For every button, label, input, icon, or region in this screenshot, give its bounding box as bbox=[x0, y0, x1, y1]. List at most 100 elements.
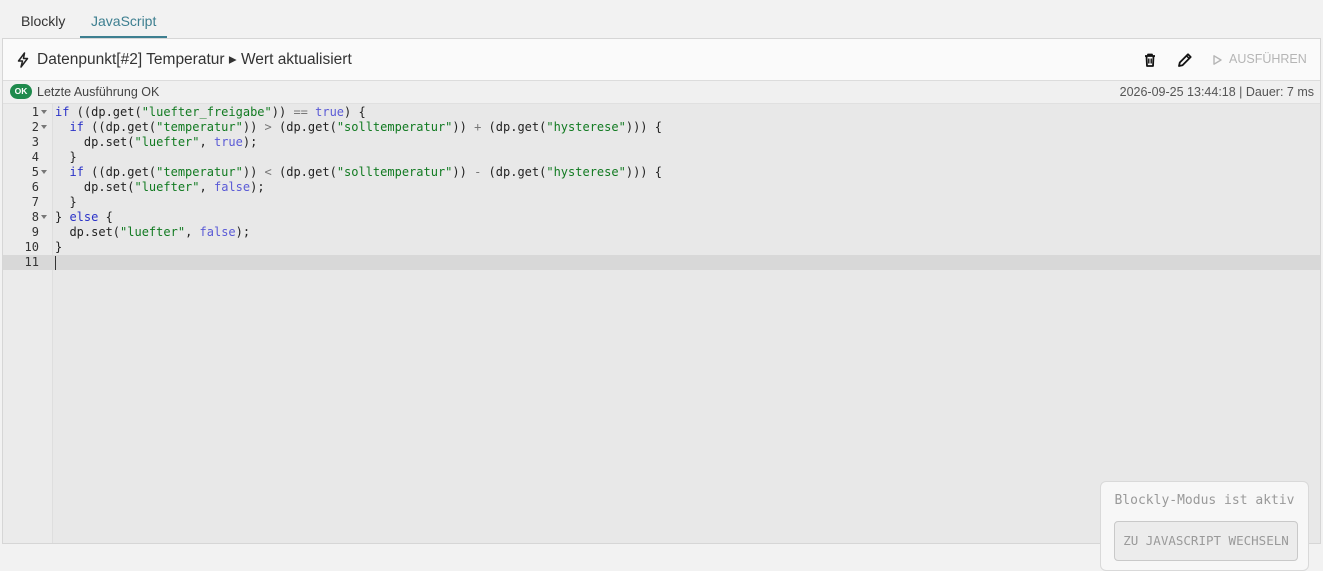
line-number: 4 bbox=[31, 150, 39, 164]
code-token: == bbox=[293, 105, 308, 119]
code-line[interactable]: 5 if ((dp.get("temperatur")) < (dp.get("… bbox=[3, 165, 1320, 180]
code-token: "luefter" bbox=[134, 135, 200, 149]
code-token: "luefter" bbox=[120, 225, 186, 239]
code-token: "hysterese" bbox=[546, 120, 626, 134]
code-editor[interactable]: 1 if ((dp.get("luefter_freigabe")) == tru… bbox=[3, 104, 1320, 571]
trash-icon[interactable] bbox=[1140, 50, 1160, 70]
code-token: "luefter" bbox=[134, 180, 200, 194]
lightning-icon bbox=[17, 52, 29, 68]
line-number: 8 bbox=[31, 210, 39, 224]
line-number: 11 bbox=[3, 255, 39, 270]
code-token: dp.set( bbox=[55, 225, 121, 239]
code-token: (dp.get( bbox=[271, 165, 337, 179]
code-token: } bbox=[55, 195, 77, 209]
status-message: Letzte Ausführung OK bbox=[37, 85, 160, 99]
code-line[interactable]: 7 } bbox=[3, 195, 1320, 210]
code-text: } bbox=[55, 150, 77, 165]
code-text: if ((dp.get("luefter_freigabe")) == true… bbox=[55, 105, 366, 120]
code-token: ))) { bbox=[625, 120, 662, 134]
code-line[interactable]: 1 if ((dp.get("luefter_freigabe")) == tru… bbox=[3, 105, 1320, 120]
line-number: 6 bbox=[31, 180, 39, 194]
code-token: else bbox=[69, 210, 99, 224]
code-line[interactable]: 10} bbox=[3, 240, 1320, 255]
play-icon bbox=[1213, 54, 1222, 65]
code-token: } bbox=[55, 150, 77, 164]
code-line[interactable]: 11 bbox=[3, 255, 1320, 270]
tab-bar: Blockly JavaScript bbox=[0, 0, 1323, 38]
code-token: , bbox=[199, 180, 214, 194]
code-token: )) bbox=[452, 165, 475, 179]
fold-arrow-icon[interactable] bbox=[41, 125, 47, 129]
code-token: } bbox=[55, 210, 70, 224]
fold-arrow-icon[interactable] bbox=[41, 110, 47, 114]
code-token: > bbox=[264, 120, 272, 134]
code-line[interactable]: 8} else { bbox=[3, 210, 1320, 225]
code-token: false bbox=[213, 180, 251, 194]
code-token: (dp.get( bbox=[481, 120, 547, 134]
code-text: dp.set("luefter", false); bbox=[55, 225, 250, 240]
script-header: Datenpunkt[#2] Temperatur ▸ Wert aktuali… bbox=[3, 39, 1320, 81]
code-token: )) bbox=[242, 120, 265, 134]
code-token: < bbox=[264, 165, 272, 179]
line-number: 9 bbox=[31, 225, 39, 239]
execution-info: 2026-09-25 13:44:18 | Dauer: 7 ms bbox=[1120, 81, 1314, 103]
code-text: } bbox=[55, 240, 62, 255]
code-token: false bbox=[199, 225, 236, 239]
code-token: ((dp.get( bbox=[69, 105, 142, 119]
code-line[interactable]: 4 } bbox=[3, 150, 1320, 165]
code-token: ((dp.get( bbox=[83, 120, 157, 134]
text-cursor bbox=[55, 255, 56, 270]
code-token: "luefter_freigabe" bbox=[141, 105, 272, 119]
code-token: if bbox=[69, 120, 84, 134]
code-token: ) { bbox=[344, 105, 366, 119]
fold-arrow-icon[interactable] bbox=[41, 170, 47, 174]
pencil-icon[interactable] bbox=[1175, 50, 1195, 70]
code-text: } bbox=[55, 195, 77, 210]
line-number: 7 bbox=[31, 195, 39, 209]
tab-blockly[interactable]: Blockly bbox=[10, 0, 76, 38]
switch-to-javascript-button[interactable]: ZU JAVASCRIPT WECHSELN bbox=[1114, 521, 1298, 561]
code-token: , bbox=[185, 225, 200, 239]
code-text: if ((dp.get("temperatur")) < (dp.get("so… bbox=[55, 165, 662, 180]
fold-arrow-icon[interactable] bbox=[41, 215, 47, 219]
code-token: dp.set( bbox=[55, 135, 135, 149]
code-text: if ((dp.get("temperatur")) > (dp.get("so… bbox=[55, 120, 662, 135]
code-line[interactable]: 2 if ((dp.get("temperatur")) > (dp.get("… bbox=[3, 120, 1320, 135]
code-token: if bbox=[69, 165, 84, 179]
code-token: ); bbox=[242, 135, 258, 149]
code-token: "temperatur" bbox=[156, 120, 243, 134]
code-token: , bbox=[199, 135, 214, 149]
tab-javascript[interactable]: JavaScript bbox=[80, 0, 168, 38]
code-token: if bbox=[55, 105, 70, 119]
code-line[interactable]: 6 dp.set("luefter", false); bbox=[3, 180, 1320, 195]
blockly-mode-notice: Blockly-Modus ist aktiv ZU JAVASCRIPT WE… bbox=[1100, 481, 1309, 571]
execution-separator: | bbox=[1235, 85, 1246, 99]
code-token: )) bbox=[452, 120, 475, 134]
run-label: AUSFÜHREN bbox=[1229, 52, 1307, 66]
code-token: (dp.get( bbox=[271, 120, 337, 134]
line-number: 2 bbox=[31, 120, 39, 134]
code-line[interactable]: 9 dp.set("luefter", false); bbox=[3, 225, 1320, 240]
code-token: "temperatur" bbox=[156, 165, 243, 179]
code-token: { bbox=[98, 210, 113, 224]
run-button[interactable]: AUSFÜHREN bbox=[1211, 39, 1307, 80]
execution-duration: Dauer: 7 ms bbox=[1245, 85, 1314, 99]
code-token: )) bbox=[242, 165, 265, 179]
code-token: } bbox=[55, 240, 63, 254]
code-token: )) bbox=[271, 105, 294, 119]
status-badge: OK bbox=[10, 84, 32, 99]
code-token: (dp.get( bbox=[481, 165, 547, 179]
code-token: "hysterese" bbox=[546, 165, 626, 179]
code-token: dp.set( bbox=[55, 180, 135, 194]
line-number: 3 bbox=[31, 135, 39, 149]
execution-status-bar: OK Letzte Ausführung OK 2026-09-25 13:44… bbox=[3, 81, 1320, 104]
blockly-mode-label: Blockly-Modus ist aktiv bbox=[1114, 493, 1295, 508]
code-token: "solltemperatur" bbox=[336, 120, 453, 134]
code-text bbox=[55, 255, 56, 270]
code-token: ); bbox=[235, 225, 251, 239]
code-token: ))) { bbox=[625, 165, 662, 179]
line-number: 1 bbox=[31, 105, 39, 119]
code-line[interactable]: 3 dp.set("luefter", true); bbox=[3, 135, 1320, 150]
